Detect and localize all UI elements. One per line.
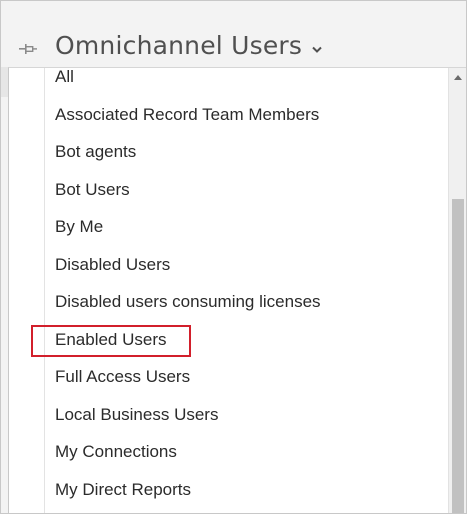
view-dropdown-list: All Associated Record Team Members Bot a… [8,67,466,513]
chevron-down-icon[interactable] [311,41,323,53]
menu-item-my-direct-reports[interactable]: My Direct Reports [9,471,447,509]
menu-item-disabled-users-consuming-licenses[interactable]: Disabled users consuming licenses [9,283,447,321]
menu-item-enabled-users[interactable]: Enabled Users [9,321,447,359]
view-header: Omnichannel Users [1,29,466,69]
menu-item-bot-agents[interactable]: Bot agents [9,133,447,171]
scroll-up-arrow-icon[interactable] [449,68,466,88]
pin-icon[interactable] [19,41,37,55]
menu-item-my-connections[interactable]: My Connections [9,433,447,471]
menu-item-by-me[interactable]: By Me [9,208,447,246]
view-title[interactable]: Omnichannel Users [55,31,302,60]
scrollbar-thumb[interactable] [452,199,464,513]
left-gutter [1,67,8,97]
vertical-scrollbar[interactable] [448,68,466,513]
menu-item-disabled-users[interactable]: Disabled Users [9,246,447,284]
menu-item-all[interactable]: All [9,68,447,96]
menu-item-local-business-users[interactable]: Local Business Users [9,396,447,434]
menu-item-full-access-users[interactable]: Full Access Users [9,358,447,396]
view-selector-panel: Omnichannel Users All Associated Record … [0,0,467,514]
menu-item-associated-record-team-members[interactable]: Associated Record Team Members [9,96,447,134]
menu-item-bot-users[interactable]: Bot Users [9,171,447,209]
view-menu: All Associated Record Team Members Bot a… [9,68,447,509]
